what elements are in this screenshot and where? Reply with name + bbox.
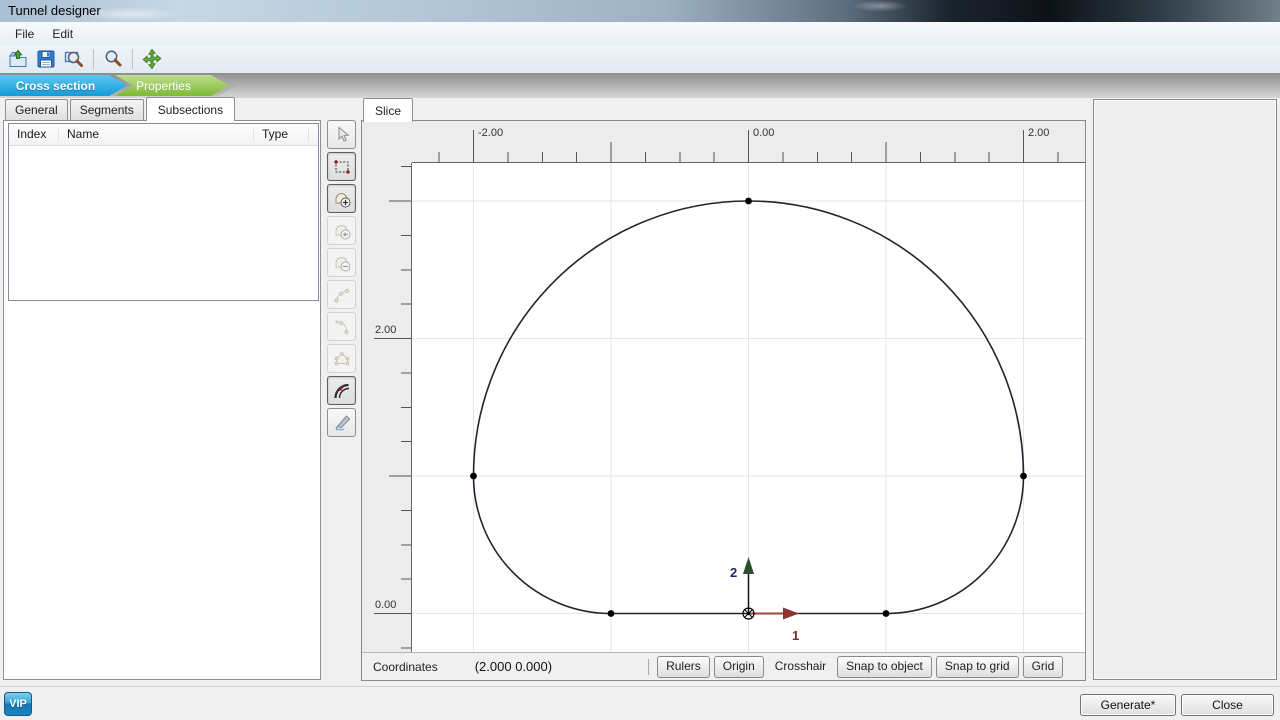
table-header-row: Index Name Type	[9, 124, 318, 146]
menu-bar: File Edit	[0, 22, 1280, 45]
polyline-icon	[332, 285, 352, 305]
column-header-index[interactable]: Index	[9, 127, 59, 142]
column-header-name[interactable]: Name	[59, 127, 254, 142]
zoom-extents-icon	[63, 48, 85, 70]
vip-badge[interactable]: VIP	[4, 692, 32, 716]
generate-button[interactable]: Generate*	[1080, 694, 1176, 716]
horizontal-axis-label: 1	[792, 628, 799, 643]
double-arc-arrow-icon	[332, 381, 352, 401]
delete-subsection-tool-button	[327, 248, 356, 277]
point-bottom-right	[883, 610, 890, 617]
canvas-status-bar: Coordinates (2.000 0.000) Rulers Origin …	[362, 652, 1085, 680]
tab-subsections[interactable]: Subsections	[146, 97, 235, 121]
point-top	[745, 198, 752, 205]
left-tab-strip: General Segments Subsections	[5, 98, 237, 120]
toggle-snap-to-grid[interactable]: Snap to grid	[936, 656, 1019, 678]
point-right	[1020, 473, 1027, 480]
subsections-table[interactable]: Index Name Type	[8, 123, 319, 301]
toggle-grid[interactable]: Grid	[1023, 656, 1064, 678]
arc-segment-tool-button	[327, 312, 356, 341]
column-header-gutter	[309, 127, 318, 142]
cut-tool-button[interactable]	[327, 408, 356, 437]
tunnel-designer-window: Tunnel designer File Edit	[0, 0, 1280, 720]
properties-side-panel	[1093, 99, 1277, 680]
insert-subsection-tool-button	[327, 216, 356, 245]
vertical-axis-label: 2	[730, 565, 737, 580]
x-tick-label: 0.00	[753, 127, 774, 139]
tunnel-minus-icon	[332, 253, 352, 273]
tab-segments[interactable]: Segments	[70, 99, 144, 120]
window-title: Tunnel designer	[8, 3, 101, 18]
drawing-canvas[interactable]: -2.00 0.00 2.00 2.00 0.00 2 1	[361, 120, 1086, 681]
footer-bar: VIP Generate* Close	[0, 686, 1280, 720]
point-bottom-left	[608, 610, 615, 617]
x-tick-label: 2.00	[1028, 127, 1049, 139]
step-label: Cross section	[16, 79, 95, 93]
toggle-origin[interactable]: Origin	[714, 656, 764, 678]
magnifier-icon	[102, 48, 124, 70]
point-left	[470, 473, 477, 480]
select-rectangle-tool-button[interactable]	[327, 152, 356, 181]
cursor-icon	[332, 125, 352, 145]
intersect-arcs-tool-button[interactable]	[327, 376, 356, 405]
step-label: Properties	[136, 79, 191, 93]
add-subsection-tool-button[interactable]	[327, 184, 356, 213]
main-toolbar	[0, 45, 1280, 73]
tunnel-cross-section-plot: -2.00 0.00 2.00 2.00 0.00 2 1	[362, 121, 1085, 654]
menu-edit[interactable]: Edit	[43, 24, 82, 44]
toggle-rulers[interactable]: Rulers	[657, 656, 710, 678]
selection-rectangle-icon	[332, 157, 352, 177]
polyline-tool-button	[327, 280, 356, 309]
select-tool-button[interactable]	[327, 120, 356, 149]
canvas-tab-strip: Slice	[363, 98, 415, 121]
tool-palette	[327, 120, 357, 440]
breadcrumb-step-cross-section[interactable]: Cross section	[0, 75, 127, 96]
x-tick-label: -2.00	[478, 127, 503, 139]
save-icon	[35, 48, 57, 70]
menu-file[interactable]: File	[6, 24, 43, 44]
toggle-snap-to-object[interactable]: Snap to object	[837, 656, 932, 678]
knife-icon	[332, 413, 352, 433]
polygon-tool-button	[327, 344, 356, 373]
y-tick-label: 2.00	[375, 324, 396, 336]
open-folder-icon	[7, 48, 29, 70]
wizard-breadcrumb: Properties Cross section	[0, 73, 1280, 98]
y-tick-label: 0.00	[375, 599, 396, 611]
tab-slice[interactable]: Slice	[363, 98, 413, 122]
save-button[interactable]	[32, 47, 59, 72]
zoom-extents-button[interactable]	[60, 47, 87, 72]
open-button[interactable]	[4, 47, 31, 72]
column-header-type[interactable]: Type	[254, 127, 309, 142]
tunnel-plus-icon	[332, 189, 352, 209]
title-bar: Tunnel designer	[0, 0, 1280, 23]
pan-button[interactable]	[138, 47, 165, 72]
subsections-panel: Index Name Type	[3, 120, 321, 680]
coordinates-value: (2.000 0.000)	[475, 659, 552, 674]
status-separator	[648, 659, 649, 675]
toggle-crosshair[interactable]: Crosshair	[768, 657, 833, 677]
toolbar-separator	[132, 49, 133, 69]
arc-icon	[332, 317, 352, 337]
close-button[interactable]: Close	[1181, 694, 1274, 716]
polygon-icon	[332, 349, 352, 369]
main-area: General Segments Subsections Index Name …	[0, 98, 1280, 686]
zoom-button[interactable]	[99, 47, 126, 72]
tunnel-insert-icon	[332, 221, 352, 241]
toolbar-separator	[93, 49, 94, 69]
coordinates-label: Coordinates	[373, 660, 438, 674]
tab-general[interactable]: General	[5, 99, 68, 120]
pan-arrows-icon	[141, 48, 163, 70]
